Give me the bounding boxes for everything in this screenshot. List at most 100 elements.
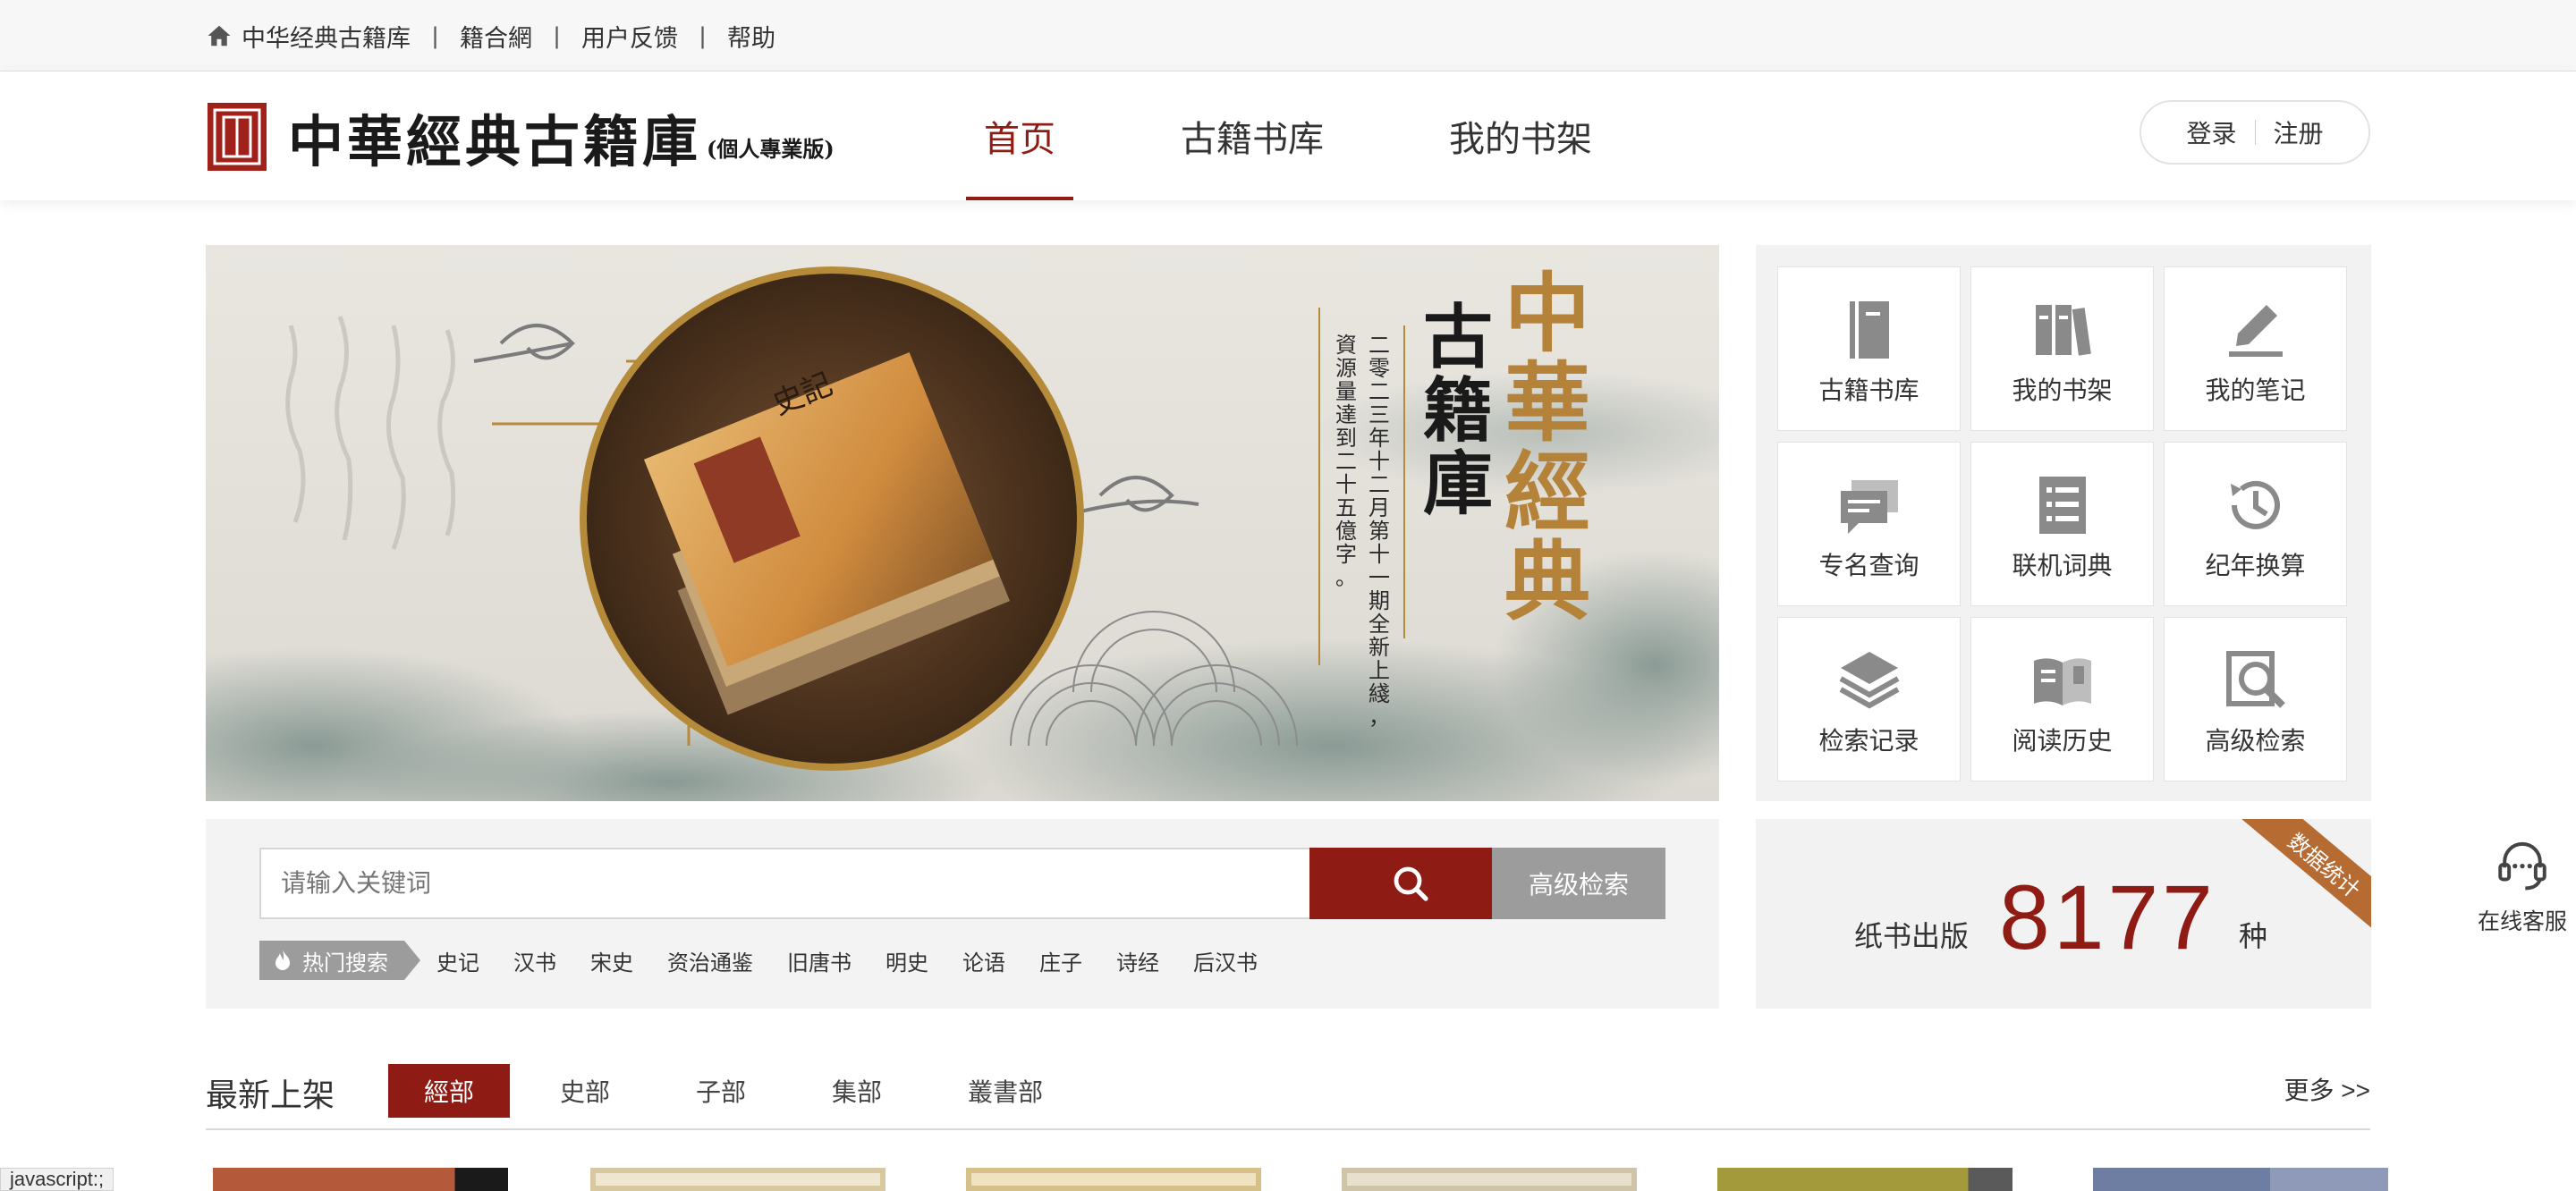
- bookshelf-icon: [2036, 305, 2091, 356]
- book-cover[interactable]: [590, 1168, 886, 1191]
- top-separator: |: [554, 21, 561, 49]
- tile-search-records[interactable]: 检索记录: [1777, 617, 1961, 781]
- more-link[interactable]: 更多 >>: [2284, 1071, 2370, 1107]
- hot-search-item[interactable]: 汉书: [513, 945, 556, 976]
- tile-ancient-library[interactable]: 古籍书库: [1777, 266, 1961, 431]
- book-cover[interactable]: [966, 1168, 1261, 1191]
- hot-search-item[interactable]: 旧唐书: [787, 945, 852, 976]
- tile-advanced-search[interactable]: 高级检索: [2164, 617, 2347, 781]
- service-label: 在线客服: [2477, 909, 2567, 934]
- auth-box: 登录 注册: [2140, 100, 2370, 165]
- tile-label: 专名查询: [1818, 552, 1919, 579]
- banner-title-char: 典: [1504, 531, 1590, 632]
- site-logo[interactable]: 中華經典古籍庫 (個人專業版): [206, 97, 835, 177]
- tile-label: 我的书架: [2012, 376, 2113, 404]
- nav-bookshelf[interactable]: 我的书架: [1449, 72, 1592, 200]
- banner-title-char: 籍: [1423, 370, 1493, 452]
- register-link[interactable]: 注册: [2274, 114, 2324, 150]
- login-link[interactable]: 登录: [2186, 114, 2236, 150]
- book-cover[interactable]: [1717, 1168, 2012, 1191]
- banner-caption-char: 綫: [1368, 681, 1390, 706]
- hot-search-item[interactable]: 论语: [962, 945, 1005, 976]
- banner-caption-char: 一: [1368, 565, 1390, 590]
- banner-caption-char: 零: [1368, 356, 1390, 381]
- tab-zi[interactable]: 子部: [660, 1064, 782, 1118]
- tile-label: 阅读历史: [2012, 727, 2113, 755]
- book-cover[interactable]: [1342, 1168, 1637, 1191]
- tile-online-dictionary[interactable]: 联机词典: [1970, 442, 2154, 606]
- hot-search-item[interactable]: 史记: [436, 945, 479, 976]
- banner-caption-char: 十: [1335, 472, 1357, 497]
- history-clock-icon: [2231, 480, 2280, 529]
- hot-search-item[interactable]: 庄子: [1039, 945, 1082, 976]
- top-link-jihe[interactable]: 籍合網: [460, 19, 532, 54]
- tile-my-bookshelf[interactable]: 我的书架: [1970, 266, 2154, 431]
- banner-caption-char: 三: [1368, 402, 1390, 427]
- book-cover[interactable]: [2093, 1168, 2388, 1191]
- advanced-search-button[interactable]: 高级检索: [1492, 848, 1665, 919]
- status-bar-hint: javascript:;: [0, 1168, 114, 1191]
- banner-caption-char: 第: [1368, 519, 1390, 544]
- hot-search-label: 热门搜索: [302, 950, 388, 976]
- hot-search-item[interactable]: 明史: [886, 945, 928, 976]
- book-cover[interactable]: [213, 1168, 508, 1191]
- top-separator: |: [699, 21, 707, 49]
- tile-reading-history[interactable]: 阅读历史: [1970, 617, 2154, 781]
- banner-caption-char: 新: [1368, 635, 1390, 660]
- banner-caption-char: 月: [1368, 495, 1390, 520]
- banner-caption-char: 五: [1335, 495, 1357, 520]
- banner-title-char: 中: [1504, 263, 1590, 364]
- banner-caption-char: 期: [1368, 588, 1390, 613]
- top-link-feedback[interactable]: 用户反馈: [581, 19, 678, 54]
- auth-divider: [2254, 120, 2256, 145]
- banner-caption-char: 全: [1368, 612, 1390, 637]
- banner-caption-char: 字: [1335, 542, 1357, 567]
- tile-label: 我的笔记: [2205, 376, 2306, 404]
- dictionary-icon: [2039, 477, 2086, 534]
- banner-caption-char: 上: [1368, 658, 1390, 683]
- hero-banner[interactable]: 史記 二零二三年十二月第十一期全新上綫，資源量達到二十五億字。 古籍庫 中華經典: [206, 245, 1719, 801]
- layers-icon: [1839, 652, 1900, 709]
- search-panel: 高级检索 热门搜索 史记 汉书 宋史 资治通鉴 旧唐书 明史 论语 庄子 诗经 …: [206, 819, 1719, 1009]
- home-icon: [208, 25, 231, 46]
- tab-shi[interactable]: 史部: [524, 1064, 646, 1118]
- tile-my-notes[interactable]: 我的笔记: [2164, 266, 2347, 431]
- open-book-icon: [2034, 658, 2091, 705]
- search-input[interactable]: [259, 848, 1311, 919]
- stats-number: 8177: [1999, 866, 2216, 968]
- banner-caption-char: 源: [1335, 356, 1357, 381]
- nav-library[interactable]: 古籍书库: [1181, 72, 1324, 200]
- banner-caption-char: 十: [1368, 542, 1390, 567]
- search-button[interactable]: [1309, 848, 1512, 919]
- latest-section: 最新上架 經部 史部 子部 集部 叢書部 更多 >>: [206, 1059, 2370, 1130]
- top-separator: |: [432, 21, 439, 49]
- tile-label: 检索记录: [1818, 727, 1919, 755]
- tile-era-conversion[interactable]: 纪年换算: [2164, 442, 2347, 606]
- search-document-icon: [2226, 651, 2285, 708]
- banner-caption-char: 年: [1368, 426, 1390, 451]
- online-service[interactable]: 在线客服: [2469, 835, 2576, 936]
- tab-jing[interactable]: 經部: [388, 1064, 511, 1118]
- banner-caption-char: 。: [1335, 565, 1357, 590]
- main-nav: 首页 古籍书库 我的书架: [966, 72, 1717, 200]
- search-icon: [1394, 866, 1428, 901]
- banner-caption-char: 十: [1368, 449, 1390, 474]
- stats-label: 纸书出版: [1854, 920, 1970, 952]
- note-pen-icon: [2229, 305, 2283, 357]
- tile-proper-name-query[interactable]: 专名查询: [1777, 442, 1961, 606]
- hot-search-item[interactable]: 诗经: [1116, 945, 1159, 976]
- tab-ji[interactable]: 集部: [796, 1064, 918, 1118]
- hot-search-item[interactable]: 资治通鉴: [667, 945, 753, 976]
- chat-bubbles-icon: [1841, 480, 1898, 534]
- banner-title-char: 古: [1423, 297, 1493, 378]
- hot-search-item[interactable]: 后汉书: [1193, 945, 1258, 976]
- top-link-help[interactable]: 帮助: [727, 19, 775, 54]
- tile-label: 高级检索: [2205, 727, 2306, 755]
- nav-home[interactable]: 首页: [966, 72, 1073, 200]
- tile-label: 纪年换算: [2205, 552, 2306, 579]
- hot-search-item[interactable]: 宋史: [590, 945, 633, 976]
- stats-unit: 种: [2239, 920, 2268, 952]
- tab-congshu[interactable]: 叢書部: [932, 1064, 1079, 1118]
- top-link-home[interactable]: 中华经典古籍库: [242, 19, 411, 54]
- banner-caption-char: 資: [1335, 333, 1357, 358]
